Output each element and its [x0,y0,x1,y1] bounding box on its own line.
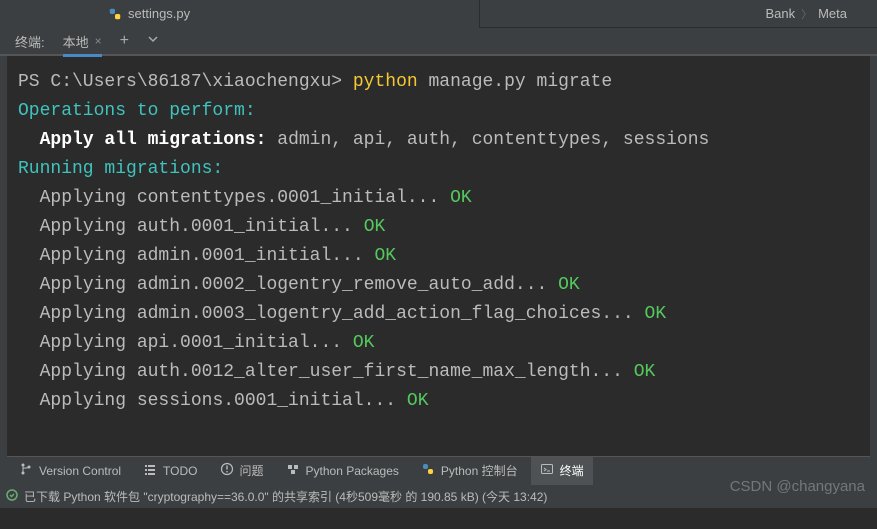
new-terminal-button[interactable]: + [120,32,129,50]
editor-top-bar: settings.py Bank 〉 Meta [0,0,877,28]
terminal-output[interactable]: PS C:\Users\86187\xiaochengxu> python ma… [0,56,877,456]
file-tab-settings[interactable]: settings.py [0,0,480,28]
breadcrumb-item[interactable]: Bank [765,6,795,21]
migrate-heading-running: Running migrations: [18,155,859,184]
toolbar-item-终端[interactable]: 终端 [531,457,593,485]
close-icon[interactable]: × [95,34,102,48]
terminal-tab-label: 本地 [63,32,89,51]
migration-status-ok: OK [374,246,396,266]
toolbar-item-python-控制台[interactable]: Python 控制台 [412,457,527,485]
terminal-icon [540,462,554,479]
python-file-icon [108,7,122,21]
migration-line: Applying admin.0002_logentry_remove_auto… [40,275,548,295]
left-gutter [0,56,7,477]
toolbar-item-python-packages[interactable]: Python Packages [277,457,408,485]
migration-line: Applying admin.0001_initial... [40,246,364,266]
migrate-heading-operations: Operations to perform: [18,97,859,126]
toolbar-item-label: TODO [163,464,197,478]
command-args: manage.py migrate [429,72,613,92]
toolbar-item-todo[interactable]: TODO [134,457,206,485]
migration-line: Applying auth.0012_alter_user_first_name… [40,362,623,382]
migration-status-ok: OK [353,333,375,353]
migration-status-ok: OK [634,362,656,382]
migration-line: Applying contenttypes.0001_initial... [40,188,440,208]
terminal-dropdown-button[interactable] [147,32,159,50]
migration-status-ok: OK [364,217,386,237]
toolbar-item-label: Python 控制台 [441,462,518,479]
breadcrumb[interactable]: Bank 〉 Meta [765,6,877,22]
toolbar-item-问题[interactable]: 问题 [211,457,273,485]
status-text: 已下载 Python 软件包 "cryptography==36.0.0" 的共… [24,488,547,505]
apply-all-label: Apply all migrations: [40,130,267,150]
migration-line: Applying auth.0001_initial... [40,217,353,237]
download-complete-icon [6,489,18,504]
right-gutter [870,56,877,477]
breadcrumb-item[interactable]: Meta [818,6,847,21]
migration-line: Applying api.0001_initial... [40,333,342,353]
list-icon [143,462,157,479]
migration-line: Applying sessions.0001_initial... [40,391,396,411]
terminal-panel-title: 终端: [15,32,45,51]
python-icon [421,462,435,479]
toolbar-item-label: Python Packages [306,464,399,478]
command-binary: python [353,72,418,92]
shell-prompt: PS C:\Users\86187\xiaochengxu> [18,72,342,92]
branch-icon [19,462,33,479]
toolbar-item-label: 终端 [560,462,584,479]
migration-status-ok: OK [645,304,667,324]
chevron-right-icon: 〉 [801,6,812,22]
toolbar-item-label: 问题 [240,462,264,479]
toolbar-item-version-control[interactable]: Version Control [10,457,130,485]
migration-status-ok: OK [558,275,580,295]
terminal-tab-local[interactable]: 本地 × [63,29,102,57]
migration-status-ok: OK [450,188,472,208]
apply-all-targets: admin, api, auth, contenttypes, sessions [277,130,709,150]
migration-line: Applying admin.0003_logentry_add_action_… [40,304,634,324]
warning-icon [220,462,234,479]
toolbar-item-label: Version Control [39,464,121,478]
file-tab-label: settings.py [128,6,190,21]
terminal-tool-strip: 终端: 本地 × + [0,28,877,56]
bottom-toolbar: Version Control TODO 问题 Python Packages Pyth… [0,456,877,484]
migration-status-ok: OK [407,391,429,411]
packages-icon [286,462,300,479]
status-bar: 已下载 Python 软件包 "cryptography==36.0.0" 的共… [0,484,877,508]
